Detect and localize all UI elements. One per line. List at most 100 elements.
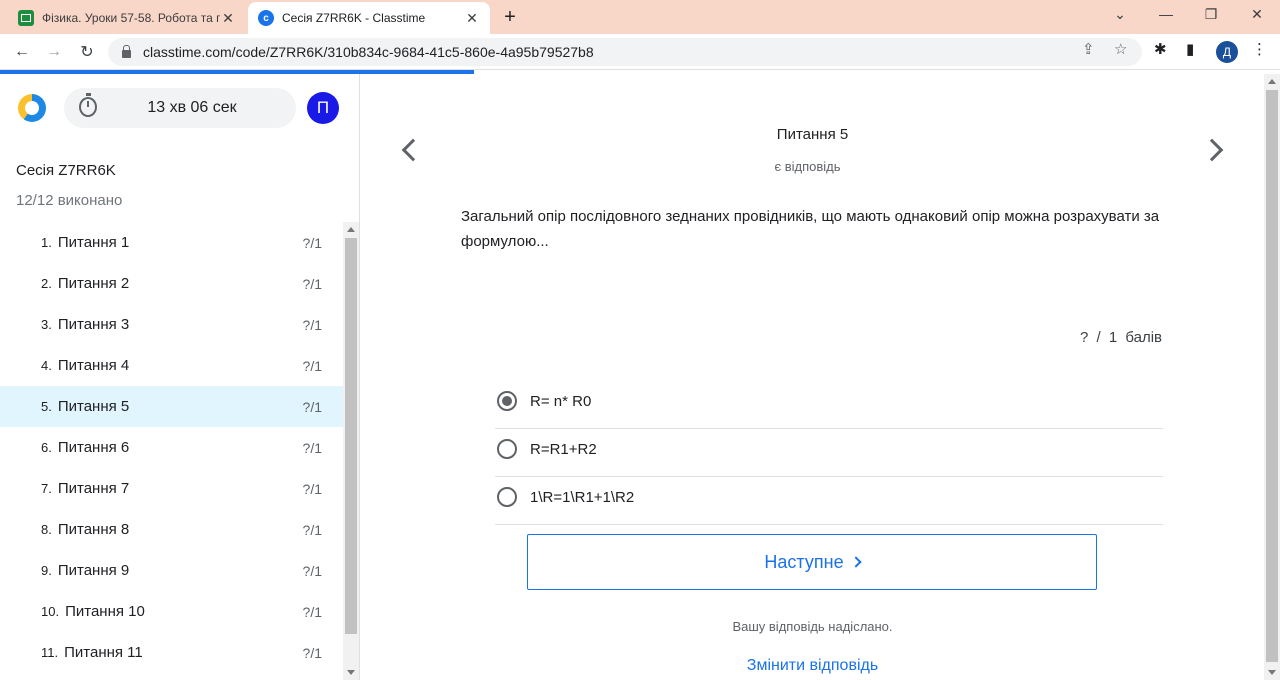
browser-tab-classtime[interactable]: c Сесія Z7RR6K - Classtime ✕ (248, 2, 490, 34)
question-item-7[interactable]: 7. Питання 7 ?/1 (0, 468, 343, 509)
classtime-favicon-icon: c (258, 10, 274, 26)
window-close-icon[interactable]: ✕ (1247, 6, 1267, 23)
question-score: ?/1 (302, 439, 322, 456)
answer-option-1[interactable]: R= n* R0 (495, 381, 1163, 429)
question-title: Питання 5 (776, 126, 849, 143)
question-label: Питання 2 (57, 275, 130, 292)
question-number: 7. (41, 481, 52, 496)
question-label: Питання 7 (57, 480, 130, 497)
question-label: Питання 9 (57, 562, 130, 579)
question-score: ?/1 (302, 562, 322, 579)
radio-unselected[interactable] (497, 487, 517, 507)
chevron-right-icon (849, 556, 862, 568)
side-panel-icon[interactable]: ▮ (1186, 40, 1194, 58)
scrollbar-thumb[interactable] (1266, 90, 1278, 662)
session-title: Сесія Z7RR6K (16, 162, 116, 179)
question-number: 10. (41, 604, 60, 619)
question-number: 5. (41, 399, 52, 414)
question-item-3[interactable]: 3. Питання 3 ?/1 (0, 304, 343, 345)
question-item-2[interactable]: 2. Питання 2 ?/1 (0, 263, 343, 304)
option-label: R=R1+R2 (530, 441, 597, 458)
scrollbar-thumb[interactable] (345, 238, 357, 634)
question-number: 1. (41, 235, 52, 250)
sidebar-scrollbar[interactable] (343, 222, 359, 680)
browser-toolbar: ← → ↻ classtime.com/code/Z7RR6K/310b834c… (0, 34, 1280, 70)
next-button[interactable]: Наступне (527, 534, 1097, 590)
profile-avatar[interactable]: Д (1216, 41, 1238, 63)
answer-sent-message: Вашу відповідь надіслано. (732, 619, 893, 634)
tab-title: Сесія Z7RR6K - Classtime (282, 11, 426, 25)
question-label: Питання 3 (57, 316, 130, 333)
question-score: ?/1 (302, 603, 322, 620)
question-item-8[interactable]: 8. Питання 8 ?/1 (0, 509, 343, 550)
radio-selected[interactable] (497, 391, 517, 411)
question-item-6[interactable]: 6. Питання 6 ?/1 (0, 427, 343, 468)
lock-icon (122, 45, 131, 58)
back-icon[interactable]: ← (10, 40, 34, 64)
share-icon[interactable]: ⇪ (1082, 40, 1095, 58)
question-score: ?/1 (302, 234, 322, 251)
forward-icon[interactable]: → (42, 40, 66, 64)
user-avatar[interactable]: П (307, 92, 339, 124)
option-label: R= n* R0 (530, 393, 592, 410)
question-item-4[interactable]: 4. Питання 4 ?/1 (0, 345, 343, 386)
scroll-down-icon[interactable] (347, 670, 355, 675)
browser-tab-fizyka[interactable]: Фізика. Уроки 57-58. Робота та п ✕ (8, 2, 246, 34)
scroll-down-icon[interactable] (1268, 670, 1276, 675)
question-label: Питання 10 (65, 603, 145, 620)
question-item-11[interactable]: 11. Питання 11 ?/1 (0, 632, 343, 673)
question-label: Питання 6 (57, 439, 130, 456)
answer-option-2[interactable]: R=R1+R2 (495, 429, 1163, 477)
question-list: 1. Питання 1 ?/1 2. Питання 2 ?/1 3. Питання … (0, 222, 343, 680)
reload-icon[interactable]: ↻ (75, 40, 99, 64)
radio-unselected[interactable] (497, 439, 517, 459)
question-score: ?/1 (302, 398, 322, 415)
question-score: ?/1 (302, 275, 322, 292)
question-label: Питання 1 (57, 234, 130, 251)
question-score: ?/1 (302, 316, 322, 333)
question-score: ?/1 (302, 521, 322, 538)
question-score: ?/1 (302, 480, 322, 497)
scroll-up-icon[interactable] (1268, 79, 1276, 84)
classtime-logo-icon[interactable] (18, 94, 46, 122)
page-scrollbar[interactable] (1264, 74, 1280, 680)
question-score: ?/1 (302, 644, 322, 661)
question-number: 2. (41, 276, 52, 291)
tab-search-icon[interactable]: ⌄ (1110, 6, 1130, 23)
answer-option-3[interactable]: 1\R=1\R1+1\R2 (495, 477, 1163, 525)
completion-status: 12/12 виконано (16, 192, 123, 209)
next-button-label: Наступне (764, 551, 844, 572)
answer-status: є відповідь (774, 159, 841, 174)
extensions-icon[interactable]: ✱ (1154, 40, 1167, 58)
browser-tab-strip: Фізика. Уроки 57-58. Робота та п ✕ c Сес… (0, 0, 1280, 34)
question-label: Питання 11 (64, 644, 143, 661)
minimize-icon[interactable]: — (1156, 6, 1176, 22)
timer: 13 хв 06 сек (64, 88, 296, 128)
address-bar[interactable]: classtime.com/code/Z7RR6K/310b834c-9684-… (108, 38, 1142, 66)
timer-text: 13 хв 06 сек (147, 99, 237, 116)
menu-icon[interactable]: ⋮ (1252, 40, 1267, 58)
question-text: Загальний опір послідовного зеднаних про… (461, 208, 1160, 250)
question-item-9[interactable]: 9. Питання 9 ?/1 (0, 550, 343, 591)
question-number: 6. (41, 440, 52, 455)
tab-title: Фізика. Уроки 57-58. Робота та п (42, 11, 220, 25)
points-label: ? / 1 балів (1080, 329, 1162, 346)
sheets-favicon-icon (18, 10, 34, 26)
question-label: Питання 4 (57, 357, 130, 374)
question-label: Питання 8 (57, 521, 130, 538)
restore-icon[interactable]: ❐ (1201, 6, 1221, 23)
tab-close-icon[interactable]: ✕ (220, 10, 236, 27)
new-tab-button[interactable]: + (500, 6, 520, 29)
star-icon[interactable]: ☆ (1114, 40, 1127, 58)
question-item-10[interactable]: 10. Питання 10 ?/1 (0, 591, 343, 632)
question-item-1[interactable]: 1. Питання 1 ?/1 (0, 222, 343, 263)
tab-close-icon[interactable]: ✕ (464, 10, 480, 27)
question-item-5[interactable]: 5. Питання 5 ?/1 (0, 386, 343, 427)
question-number: 3. (41, 317, 52, 332)
question-score: ?/1 (302, 357, 322, 374)
scroll-up-icon[interactable] (347, 227, 355, 232)
question-panel: Питання 5 є відповідь Загальний опір пос… (361, 74, 1264, 680)
question-number: 11. (41, 645, 59, 660)
url-text: classtime.com/code/Z7RR6K/310b834c-9684-… (143, 44, 594, 60)
change-answer-link[interactable]: Змінити відповідь (361, 657, 1264, 675)
